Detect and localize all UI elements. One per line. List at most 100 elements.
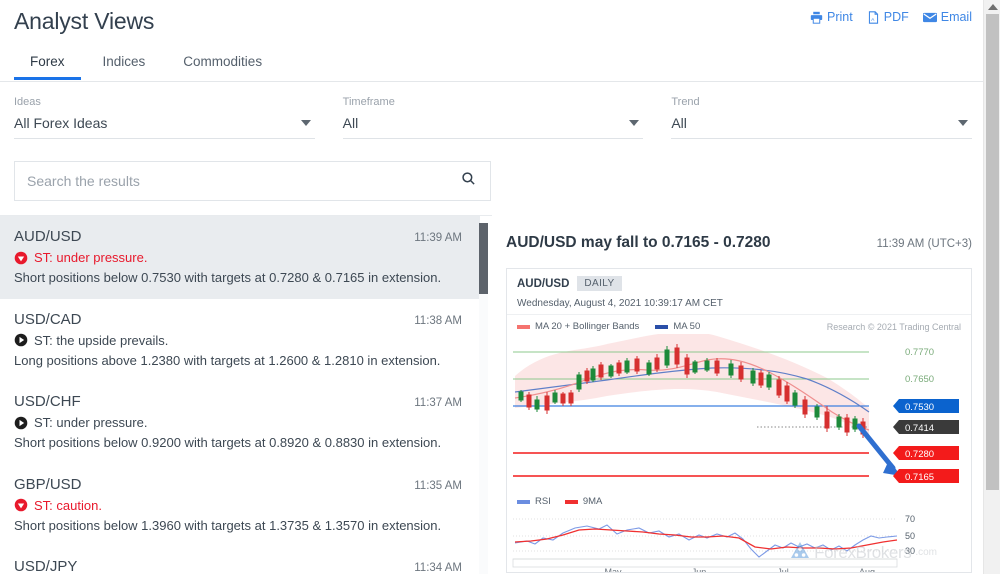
rsi-legend: RSI 9MA [507,494,971,507]
header-actions: Print A PDF Email [810,10,972,24]
idea-signal-text: ST: under pressure. [34,250,148,265]
tab-commodities[interactable]: Commodities [167,46,278,79]
idea-time: 11:38 AM [414,314,462,327]
ideas-list-panel: AUD/USD 11:39 AM ST: under pressure. Sho… [0,215,492,574]
search-input[interactable] [27,173,461,189]
filter-trend-select[interactable]: All [671,114,973,139]
detail-title: AUD/USD may fall to 0.7165 - 0.7280 [506,234,771,251]
chart-date-label: Wednesday, August 4, 2021 10:39:17 AM CE… [507,295,971,315]
idea-signal: ST: under pressure. [14,415,462,430]
filter-ideas-label: Ideas [14,96,41,108]
printer-icon [810,11,823,24]
chart-card: AUD/USD DAILY Wednesday, August 4, 2021 … [506,268,972,573]
filter-ideas: Ideas All Forex Ideas [14,96,315,139]
ideas-list-scrollbar-thumb[interactable] [479,223,488,294]
idea-time: 11:39 AM [414,232,462,244]
filter-trend: Trend All [671,96,973,139]
chevron-down-icon [300,120,311,126]
legend-label: MA 50 [673,321,701,332]
svg-text:Aug: Aug [859,567,875,573]
svg-text:0.7280: 0.7280 [905,449,934,460]
pdf-button[interactable]: A PDF [867,10,909,24]
idea-pair: GBP/USD [14,475,82,493]
idea-description: Short positions below 0.9200 with target… [14,435,442,451]
pdf-label: PDF [883,10,909,24]
email-button[interactable]: Email [922,10,972,24]
chevron-down-icon [958,120,969,126]
search-box[interactable] [14,161,491,201]
idea-description: Long positions above 1.2380 with targets… [14,352,441,368]
filter-timeframe-value: All [342,115,359,131]
legend-label: MA 20 + Bollinger Bands [535,321,640,332]
svg-text:0.7770: 0.7770 [905,347,934,358]
filter-bar: Ideas All Forex Ideas Timeframe All Tren… [0,82,1000,139]
scroll-up-arrow-icon[interactable] [984,0,1000,14]
svg-text:May: May [604,567,622,573]
arrow-right-circle-icon [14,416,28,430]
svg-text:50: 50 [905,531,915,541]
list-item[interactable]: AUD/USD 11:39 AM ST: under pressure. Sho… [0,216,480,299]
pdf-file-icon: A [867,10,880,24]
legend-swatch [655,324,669,329]
detail-header: AUD/USD may fall to 0.7165 - 0.7280 11:3… [506,234,972,252]
content-split: AUD/USD 11:39 AM ST: under pressure. Sho… [0,215,1000,574]
arrow-down-circle-icon [14,498,28,512]
page-scrollbar[interactable] [983,0,1000,574]
svg-text:A: A [871,16,875,22]
print-button[interactable]: Print [810,10,853,24]
idea-detail-panel: AUD/USD may fall to 0.7165 - 0.7280 11:3… [492,215,1000,574]
idea-signal-text: ST: under pressure. [34,415,148,431]
list-item[interactable]: USD/CAD 11:38 AM ST: the upside prevails… [0,299,480,382]
filter-ideas-select[interactable]: All Forex Ideas [14,114,315,139]
page-header: Analyst Views Print A PDF Email [0,0,1000,46]
chart-card-header: AUD/USD DAILY [507,269,971,295]
idea-time: 11:34 AM [414,562,462,574]
idea-signal: ST: caution. [14,498,462,513]
chart-legend: MA 20 + Bollinger Bands MA 50 Research ©… [507,315,971,332]
email-label: Email [940,10,972,24]
svg-text:0.7530: 0.7530 [905,402,934,413]
category-tabs: Forex Indices Commodities [0,46,1000,82]
idea-pair: USD/JPY [14,558,78,574]
tab-forex[interactable]: Forex [14,46,81,80]
filter-timeframe: Timeframe All [342,96,644,139]
idea-signal: ST: under pressure. [14,250,462,265]
chevron-down-icon [629,120,640,126]
search-icon[interactable] [461,171,476,191]
filter-ideas-value: All Forex Ideas [14,115,108,131]
arrow-right-circle-icon [14,333,28,347]
idea-time: 11:37 AM [414,397,462,410]
idea-signal-text: ST: the upside prevails. [34,332,169,348]
legend-label: RSI [535,496,551,507]
list-item[interactable]: USD/CHF 11:37 AM ST: under pressure. Sho… [0,381,480,464]
legend-swatch [517,324,530,329]
tab-indices[interactable]: Indices [87,46,162,79]
filter-timeframe-label: Timeframe [342,96,395,108]
idea-pair: USD/CHF [14,393,81,411]
price-plot: 0.7770 0.7650 0.7530 0.7414 0.7280 0.716… [507,334,971,494]
list-item[interactable]: USD/JPY 11:34 AM ST: under pressure. [0,546,480,574]
svg-text:0.7650: 0.7650 [905,374,934,385]
envelope-icon [922,11,937,24]
page-scrollbar-thumb[interactable] [986,14,999,490]
search-area [0,139,1000,201]
filter-trend-label: Trend [671,96,700,108]
idea-signal: ST: the upside prevails. [14,333,462,348]
legend-swatch [564,499,578,504]
filter-timeframe-select[interactable]: All [342,114,644,139]
forecast-arrow [856,423,901,476]
chart-period-badge: DAILY [577,276,622,291]
print-label: Print [827,10,853,24]
rsi-plot: 70 50 30 May Jun Jul Aug [507,507,971,573]
svg-text:0.7414: 0.7414 [905,423,934,434]
idea-description: Short positions below 1.3960 with target… [14,517,442,533]
arrow-down-circle-icon [14,251,28,265]
svg-text:Jun: Jun [692,567,707,573]
svg-text:70: 70 [905,514,915,524]
legend-item-ma50: MA 50 [655,321,700,332]
svg-text:0.7165: 0.7165 [905,472,934,483]
svg-text:30: 30 [905,546,915,556]
legend-label: 9MA [582,496,603,507]
list-item[interactable]: GBP/USD 11:35 AM ST: caution. Short posi… [0,464,480,547]
idea-pair: USD/CAD [14,310,82,328]
